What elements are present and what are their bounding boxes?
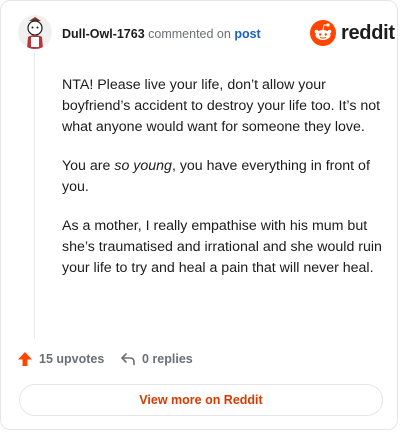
avatar-image xyxy=(18,15,52,49)
thread-line xyxy=(34,53,35,339)
view-more-button[interactable]: View more on Reddit xyxy=(19,384,383,416)
reply-count: 0 replies xyxy=(142,352,193,366)
comment-card: Dull-Owl-1763 commented on post reddit N… xyxy=(0,0,398,430)
comment-body: NTA! Please live your life, don’t allow … xyxy=(62,75,388,297)
post-link[interactable]: post xyxy=(234,27,260,41)
commented-on-text: commented on xyxy=(148,27,231,41)
avatar[interactable] xyxy=(18,15,52,49)
comment-paragraph: You are so young, you have everything in… xyxy=(62,158,370,195)
upvote-count: 15 upvotes xyxy=(39,352,105,366)
comment-paragraph: NTA! Please live your life, don’t allow … xyxy=(62,77,381,135)
reddit-wordmark: reddit xyxy=(341,21,395,44)
upvote-button[interactable]: 15 upvotes xyxy=(17,351,104,367)
upvote-arrow-icon xyxy=(18,352,32,366)
comment-header: Dull-Owl-1763 commented on post xyxy=(62,26,261,42)
reddit-logo[interactable]: reddit xyxy=(310,20,395,46)
reply-button[interactable]: 0 replies xyxy=(120,351,193,367)
username[interactable]: Dull-Owl-1763 xyxy=(62,27,145,41)
reply-icon xyxy=(121,353,135,366)
comment-paragraph: As a mother, I really empathise with his… xyxy=(62,218,382,276)
reddit-snoo-icon xyxy=(310,20,336,46)
emphasis-text: so young xyxy=(114,158,172,174)
